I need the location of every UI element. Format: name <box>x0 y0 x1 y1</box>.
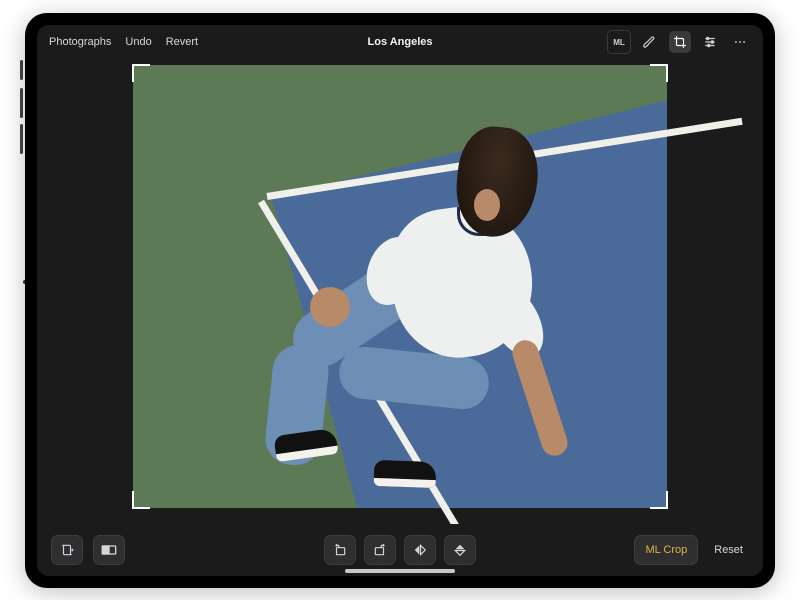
brush-icon[interactable] <box>639 31 661 53</box>
device-button <box>20 60 23 80</box>
more-icon[interactable] <box>729 31 751 53</box>
ml-button[interactable]: ML <box>607 30 631 54</box>
crop-handle-tr[interactable] <box>650 64 668 82</box>
ml-crop-button[interactable]: ML Crop <box>634 535 698 565</box>
rotate-ccw-button[interactable] <box>324 535 356 565</box>
undo-button[interactable]: Undo <box>125 36 151 48</box>
flip-vertical-button[interactable] <box>444 535 476 565</box>
reset-button[interactable]: Reset <box>708 543 749 557</box>
photo-subject <box>304 127 598 490</box>
aspect-ratio-button[interactable] <box>51 535 83 565</box>
device-button <box>20 88 23 118</box>
crop-frame[interactable] <box>133 65 667 508</box>
crop-handle-bl[interactable] <box>132 491 150 509</box>
canvas-area[interactable] <box>37 59 763 524</box>
adjust-icon[interactable] <box>699 31 721 53</box>
app-screen: Photographs Undo Revert Los Angeles ML <box>37 25 763 576</box>
flip-horizontal-button[interactable] <box>404 535 436 565</box>
library-back-button[interactable]: Photographs <box>49 36 111 48</box>
home-indicator[interactable] <box>345 569 455 573</box>
revert-button[interactable]: Revert <box>166 36 198 48</box>
overlay-button[interactable] <box>93 535 125 565</box>
top-toolbar: Photographs Undo Revert Los Angeles ML <box>37 25 763 59</box>
crop-icon[interactable] <box>669 31 691 53</box>
rotate-cw-button[interactable] <box>364 535 396 565</box>
device-button <box>20 124 23 154</box>
crop-handle-br[interactable] <box>650 491 668 509</box>
tablet-frame: Photographs Undo Revert Los Angeles ML <box>25 13 775 588</box>
